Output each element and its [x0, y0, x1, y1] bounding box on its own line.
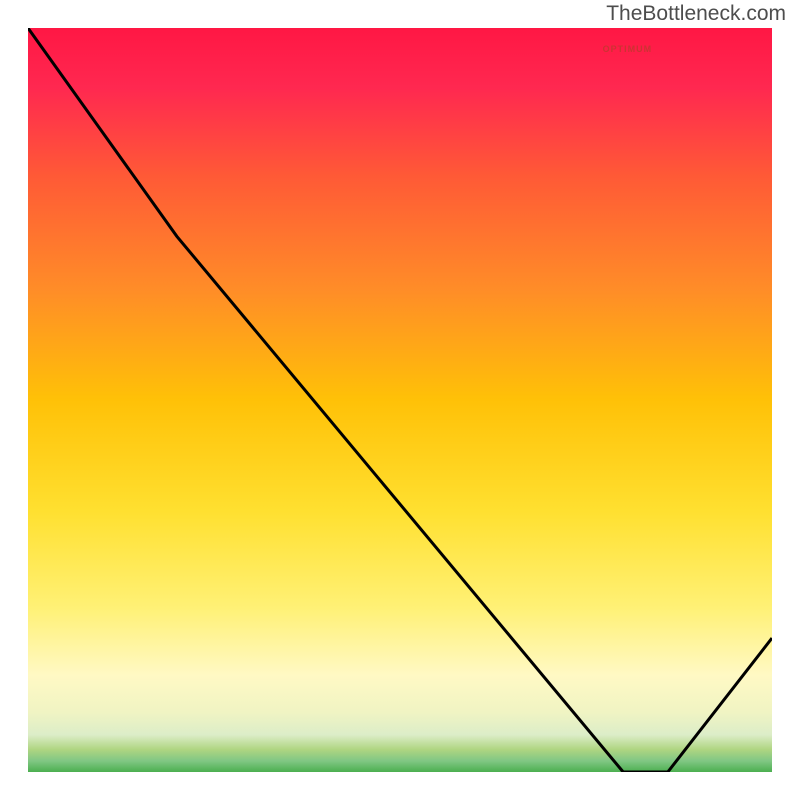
optimum-marker: OPTIMUM	[603, 44, 653, 54]
attribution-text: TheBottleneck.com	[606, 2, 786, 26]
chart-container: TheBottleneck.com	[0, 0, 800, 800]
bottleneck-line	[28, 28, 772, 772]
chart-area: OPTIMUM	[28, 28, 772, 772]
